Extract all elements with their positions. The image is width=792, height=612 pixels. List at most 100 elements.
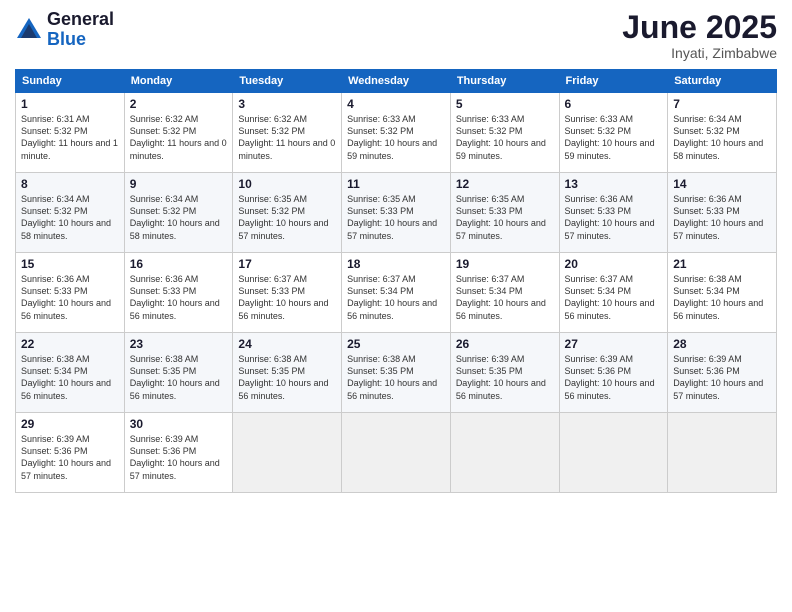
sunrise-label: Sunrise: 6:35 AM [347,194,416,204]
col-saturday: Saturday [668,70,777,93]
table-row: 28 Sunrise: 6:39 AM Sunset: 5:36 PM Dayl… [668,333,777,413]
table-row: 2 Sunrise: 6:32 AM Sunset: 5:32 PM Dayli… [124,93,233,173]
sunrise-label: Sunrise: 6:37 AM [456,274,525,284]
sunset-label: Sunset: 5:32 PM [238,126,305,136]
sunrise-label: Sunrise: 6:32 AM [130,114,199,124]
day-info: Sunrise: 6:36 AM Sunset: 5:33 PM Dayligh… [130,273,228,322]
table-row: 27 Sunrise: 6:39 AM Sunset: 5:36 PM Dayl… [559,333,668,413]
day-info: Sunrise: 6:39 AM Sunset: 5:35 PM Dayligh… [456,353,554,402]
day-number: 14 [673,177,771,191]
sunrise-label: Sunrise: 6:39 AM [456,354,525,364]
table-row: 3 Sunrise: 6:32 AM Sunset: 5:32 PM Dayli… [233,93,342,173]
calendar-table: Sunday Monday Tuesday Wednesday Thursday… [15,69,777,493]
day-info: Sunrise: 6:36 AM Sunset: 5:33 PM Dayligh… [673,193,771,242]
daylight-label: Daylight: 11 hours and 0 minutes. [130,138,227,160]
sunset-label: Sunset: 5:36 PM [130,446,197,456]
sunrise-label: Sunrise: 6:37 AM [565,274,634,284]
col-sunday: Sunday [16,70,125,93]
table-row: 17 Sunrise: 6:37 AM Sunset: 5:33 PM Dayl… [233,253,342,333]
table-row: 11 Sunrise: 6:35 AM Sunset: 5:33 PM Dayl… [342,173,451,253]
col-monday: Monday [124,70,233,93]
sunset-label: Sunset: 5:33 PM [21,286,88,296]
daylight-label: Daylight: 10 hours and 56 minutes. [130,298,220,320]
sunrise-label: Sunrise: 6:35 AM [238,194,307,204]
day-info: Sunrise: 6:35 AM Sunset: 5:32 PM Dayligh… [238,193,336,242]
sunset-label: Sunset: 5:35 PM [130,366,197,376]
table-row: 25 Sunrise: 6:38 AM Sunset: 5:35 PM Dayl… [342,333,451,413]
day-info: Sunrise: 6:37 AM Sunset: 5:34 PM Dayligh… [565,273,663,322]
day-info: Sunrise: 6:39 AM Sunset: 5:36 PM Dayligh… [21,433,119,482]
sunset-label: Sunset: 5:33 PM [347,206,414,216]
table-row: 23 Sunrise: 6:38 AM Sunset: 5:35 PM Dayl… [124,333,233,413]
day-info: Sunrise: 6:36 AM Sunset: 5:33 PM Dayligh… [21,273,119,322]
day-number: 20 [565,257,663,271]
sunrise-label: Sunrise: 6:39 AM [673,354,742,364]
sunrise-label: Sunrise: 6:34 AM [130,194,199,204]
page: General Blue June 2025 Inyati, Zimbabwe … [0,0,792,612]
sunrise-label: Sunrise: 6:36 AM [673,194,742,204]
day-number: 7 [673,97,771,111]
day-info: Sunrise: 6:39 AM Sunset: 5:36 PM Dayligh… [565,353,663,402]
table-row [450,413,559,493]
table-row: 10 Sunrise: 6:35 AM Sunset: 5:32 PM Dayl… [233,173,342,253]
day-info: Sunrise: 6:38 AM Sunset: 5:35 PM Dayligh… [238,353,336,402]
logo-blue-text: Blue [47,29,86,49]
table-row: 30 Sunrise: 6:39 AM Sunset: 5:36 PM Dayl… [124,413,233,493]
day-number: 1 [21,97,119,111]
sunset-label: Sunset: 5:32 PM [21,206,88,216]
sunrise-label: Sunrise: 6:31 AM [21,114,90,124]
day-number: 11 [347,177,445,191]
table-row [668,413,777,493]
table-row: 7 Sunrise: 6:34 AM Sunset: 5:32 PM Dayli… [668,93,777,173]
sunrise-label: Sunrise: 6:34 AM [21,194,90,204]
sunset-label: Sunset: 5:33 PM [565,206,632,216]
header: General Blue June 2025 Inyati, Zimbabwe [15,10,777,61]
daylight-label: Daylight: 10 hours and 56 minutes. [130,378,220,400]
table-row: 8 Sunrise: 6:34 AM Sunset: 5:32 PM Dayli… [16,173,125,253]
sunset-label: Sunset: 5:33 PM [456,206,523,216]
table-row: 19 Sunrise: 6:37 AM Sunset: 5:34 PM Dayl… [450,253,559,333]
table-row: 1 Sunrise: 6:31 AM Sunset: 5:32 PM Dayli… [16,93,125,173]
col-tuesday: Tuesday [233,70,342,93]
sunset-label: Sunset: 5:34 PM [456,286,523,296]
daylight-label: Daylight: 10 hours and 57 minutes. [130,458,220,480]
day-number: 9 [130,177,228,191]
table-row: 16 Sunrise: 6:36 AM Sunset: 5:33 PM Dayl… [124,253,233,333]
table-row: 22 Sunrise: 6:38 AM Sunset: 5:34 PM Dayl… [16,333,125,413]
daylight-label: Daylight: 10 hours and 56 minutes. [21,378,111,400]
daylight-label: Daylight: 10 hours and 57 minutes. [21,458,111,480]
sunrise-label: Sunrise: 6:38 AM [21,354,90,364]
sunrise-label: Sunrise: 6:35 AM [456,194,525,204]
daylight-label: Daylight: 10 hours and 56 minutes. [21,298,111,320]
daylight-label: Daylight: 10 hours and 57 minutes. [565,218,655,240]
day-info: Sunrise: 6:37 AM Sunset: 5:34 PM Dayligh… [456,273,554,322]
title-month: June 2025 [622,10,777,45]
sunset-label: Sunset: 5:34 PM [21,366,88,376]
table-row: 12 Sunrise: 6:35 AM Sunset: 5:33 PM Dayl… [450,173,559,253]
sunset-label: Sunset: 5:33 PM [130,286,197,296]
day-number: 23 [130,337,228,351]
day-number: 27 [565,337,663,351]
day-number: 13 [565,177,663,191]
sunrise-label: Sunrise: 6:37 AM [347,274,416,284]
day-number: 18 [347,257,445,271]
daylight-label: Daylight: 10 hours and 57 minutes. [673,218,763,240]
table-row [342,413,451,493]
day-number: 6 [565,97,663,111]
daylight-label: Daylight: 10 hours and 56 minutes. [673,298,763,320]
sunset-label: Sunset: 5:32 PM [130,126,197,136]
daylight-label: Daylight: 10 hours and 59 minutes. [565,138,655,160]
day-number: 21 [673,257,771,271]
day-info: Sunrise: 6:32 AM Sunset: 5:32 PM Dayligh… [130,113,228,162]
daylight-label: Daylight: 11 hours and 0 minutes. [238,138,335,160]
day-number: 16 [130,257,228,271]
day-info: Sunrise: 6:35 AM Sunset: 5:33 PM Dayligh… [347,193,445,242]
day-number: 2 [130,97,228,111]
table-row: 26 Sunrise: 6:39 AM Sunset: 5:35 PM Dayl… [450,333,559,413]
day-info: Sunrise: 6:34 AM Sunset: 5:32 PM Dayligh… [673,113,771,162]
daylight-label: Daylight: 10 hours and 58 minutes. [130,218,220,240]
day-number: 25 [347,337,445,351]
day-number: 3 [238,97,336,111]
sunrise-label: Sunrise: 6:33 AM [456,114,525,124]
day-number: 26 [456,337,554,351]
